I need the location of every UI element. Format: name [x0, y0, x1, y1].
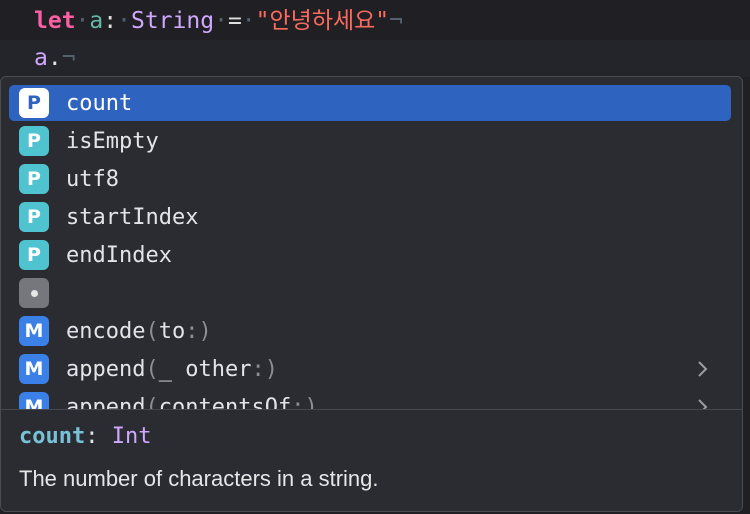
equals-sign: =	[227, 8, 242, 34]
completion-item-endindex[interactable]: P endIndex	[9, 237, 731, 273]
completion-item-encode[interactable]: M encode(to:)	[9, 313, 731, 349]
completion-label: append(contentsOf:)	[66, 394, 318, 410]
method-icon: M	[19, 392, 49, 409]
completion-item-utf8[interactable]: P utf8	[9, 161, 731, 197]
completion-item-isempty[interactable]: P isEmpty	[9, 123, 731, 159]
completion-popup: P count P isEmpty P utf8 P startIndex P …	[0, 76, 743, 512]
property-icon: P	[19, 240, 49, 270]
code-line-2[interactable]: a.¬	[34, 38, 76, 78]
variable-a: a	[89, 8, 104, 34]
property-icon: P	[19, 202, 49, 232]
property-icon: P	[19, 164, 49, 194]
completion-label: startIndex	[66, 204, 199, 230]
property-icon: P	[19, 88, 49, 118]
completion-label: append(_ other:)	[66, 356, 278, 382]
method-icon: M	[19, 316, 49, 346]
symbol-signature: count: Int	[19, 424, 152, 449]
completion-label: isEmpty	[66, 128, 159, 154]
property-icon: P	[19, 126, 49, 156]
colon: :	[103, 8, 118, 34]
newline-marker: ¬	[61, 45, 76, 71]
completion-item-append-contentsof[interactable]: M append(contentsOf:)	[9, 389, 731, 409]
chevron-right-icon[interactable]	[691, 396, 713, 409]
dot: .	[47, 45, 62, 71]
newline-marker: ¬	[389, 8, 404, 34]
completion-label: encode(to:)	[66, 318, 212, 344]
keyword-let: let	[34, 8, 76, 34]
string-literal: "안녕하세요"	[255, 8, 390, 34]
code-editor[interactable]: let·a:·String·=·"안녕하세요"¬ a.¬	[0, 0, 750, 80]
completion-item-count[interactable]: P count	[9, 85, 731, 121]
current-line-highlight	[0, 40, 750, 77]
code-line-1[interactable]: let·a:·String·=·"안녕하세요"¬	[34, 1, 403, 41]
completion-item-self[interactable]	[9, 275, 731, 311]
documentation-panel: count: Int The number of characters in a…	[1, 410, 742, 511]
completion-item-startindex[interactable]: P startIndex	[9, 199, 731, 235]
completion-list[interactable]: P count P isEmpty P utf8 P startIndex P …	[1, 77, 742, 409]
self-icon	[19, 278, 49, 308]
completion-item-append-other[interactable]: M append(_ other:)	[9, 351, 731, 387]
variable-a: a	[34, 45, 48, 71]
completion-label: endIndex	[66, 242, 172, 268]
completion-label: count	[66, 90, 133, 116]
type-string: String	[130, 8, 215, 34]
method-icon: M	[19, 354, 49, 384]
symbol-description: The number of characters in a string.	[19, 466, 379, 491]
chevron-right-icon[interactable]	[691, 358, 713, 380]
completion-label: utf8	[66, 166, 119, 192]
